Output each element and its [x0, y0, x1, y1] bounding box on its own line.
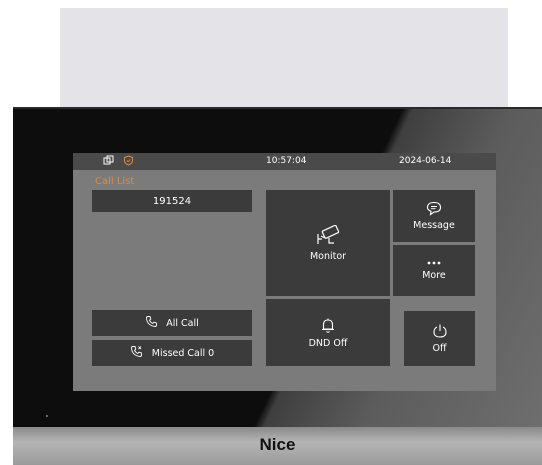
all-call-button[interactable]: All Call — [92, 310, 252, 336]
screen: 10:57:04 2024-06-14 Call List 191524 All… — [73, 153, 496, 391]
dnd-tile[interactable]: DND Off — [266, 299, 390, 366]
clock-date: 2024-06-14 — [399, 156, 452, 166]
more-icon — [426, 260, 442, 266]
monitor-tile[interactable]: Monitor — [266, 190, 390, 296]
clock-time: 10:57:04 — [266, 156, 307, 166]
missed-call-icon — [130, 345, 144, 361]
call-list-title: Call List — [95, 176, 135, 187]
sensor-dot — [46, 415, 48, 417]
more-tile[interactable]: More — [393, 245, 475, 296]
phone-icon — [145, 315, 158, 331]
message-icon — [426, 201, 442, 216]
missed-call-label: Missed Call 0 — [151, 347, 215, 359]
top-panel — [60, 8, 508, 112]
brand-logo: Nice — [259, 435, 296, 454]
message-tile[interactable]: Message — [393, 190, 475, 242]
intercom-device: 10:57:04 2024-06-14 Call List 191524 All… — [13, 107, 542, 465]
shield-icon — [123, 155, 134, 170]
call-list-item-number: 191524 — [152, 195, 192, 207]
dnd-label: DND Off — [308, 337, 348, 349]
off-tile[interactable]: Off — [404, 311, 475, 366]
copy-icon — [103, 155, 114, 170]
monitor-label: Monitor — [309, 250, 347, 262]
missed-call-button[interactable]: Missed Call 0 — [92, 340, 252, 366]
message-label: Message — [413, 220, 455, 231]
camera-icon — [315, 224, 341, 247]
more-label: More — [422, 270, 446, 281]
off-label: Off — [432, 343, 447, 354]
all-call-label: All Call — [166, 317, 199, 329]
status-bar: 10:57:04 2024-06-14 — [73, 153, 496, 170]
bell-icon — [320, 317, 336, 334]
call-list-item[interactable]: 191524 — [92, 190, 252, 212]
power-icon — [432, 323, 448, 339]
